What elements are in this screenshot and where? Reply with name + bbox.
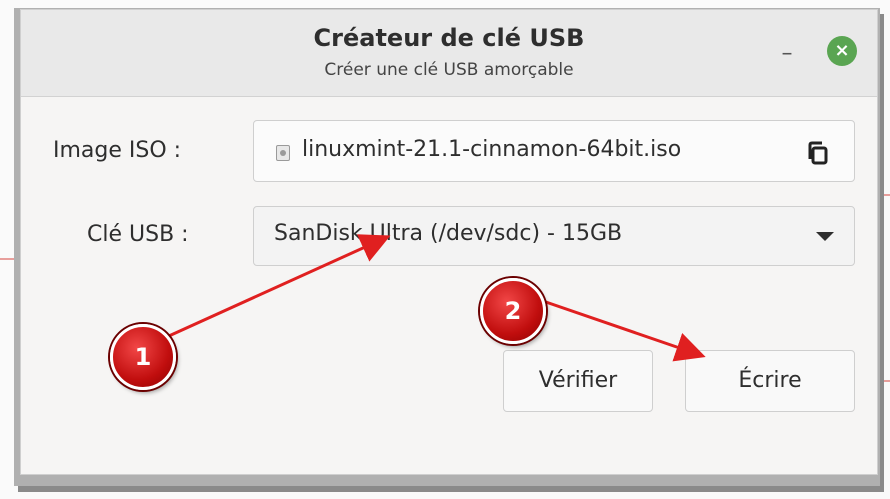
annotation-marker-2: 2 — [480, 278, 546, 344]
window-subtitle: Créer une clé USB amorçable — [324, 60, 574, 80]
usb-label: Clé USB : — [87, 222, 189, 247]
minimize-button[interactable]: – — [773, 40, 801, 68]
usb-creator-window: Créateur de clé USB Créer une clé USB am… — [20, 9, 878, 475]
window-title: Créateur de clé USB — [313, 24, 585, 52]
iso-file-chooser[interactable]: linuxmint-21.1-cinnamon-64bit.iso — [253, 120, 855, 182]
usb-selected-device: SanDisk Ultra (/dev/sdc) - 15GB — [274, 221, 623, 246]
write-button[interactable]: Écrire — [685, 350, 855, 412]
iso-label: Image ISO : — [53, 138, 182, 163]
close-button[interactable]: × — [827, 36, 857, 66]
usb-device-dropdown[interactable]: SanDisk Ultra (/dev/sdc) - 15GB — [253, 206, 855, 266]
verify-button[interactable]: Vérifier — [503, 350, 653, 412]
chevron-down-icon — [816, 232, 834, 241]
copy-icon[interactable] — [804, 139, 832, 167]
file-icon — [276, 145, 290, 161]
screenshot-stage: Créateur de clé USB Créer une clé USB am… — [0, 0, 890, 499]
annotation-marker-1: 1 — [110, 324, 176, 390]
iso-filename: linuxmint-21.1-cinnamon-64bit.iso — [302, 137, 682, 162]
title-bar: Créateur de clé USB Créer une clé USB am… — [21, 10, 877, 97]
